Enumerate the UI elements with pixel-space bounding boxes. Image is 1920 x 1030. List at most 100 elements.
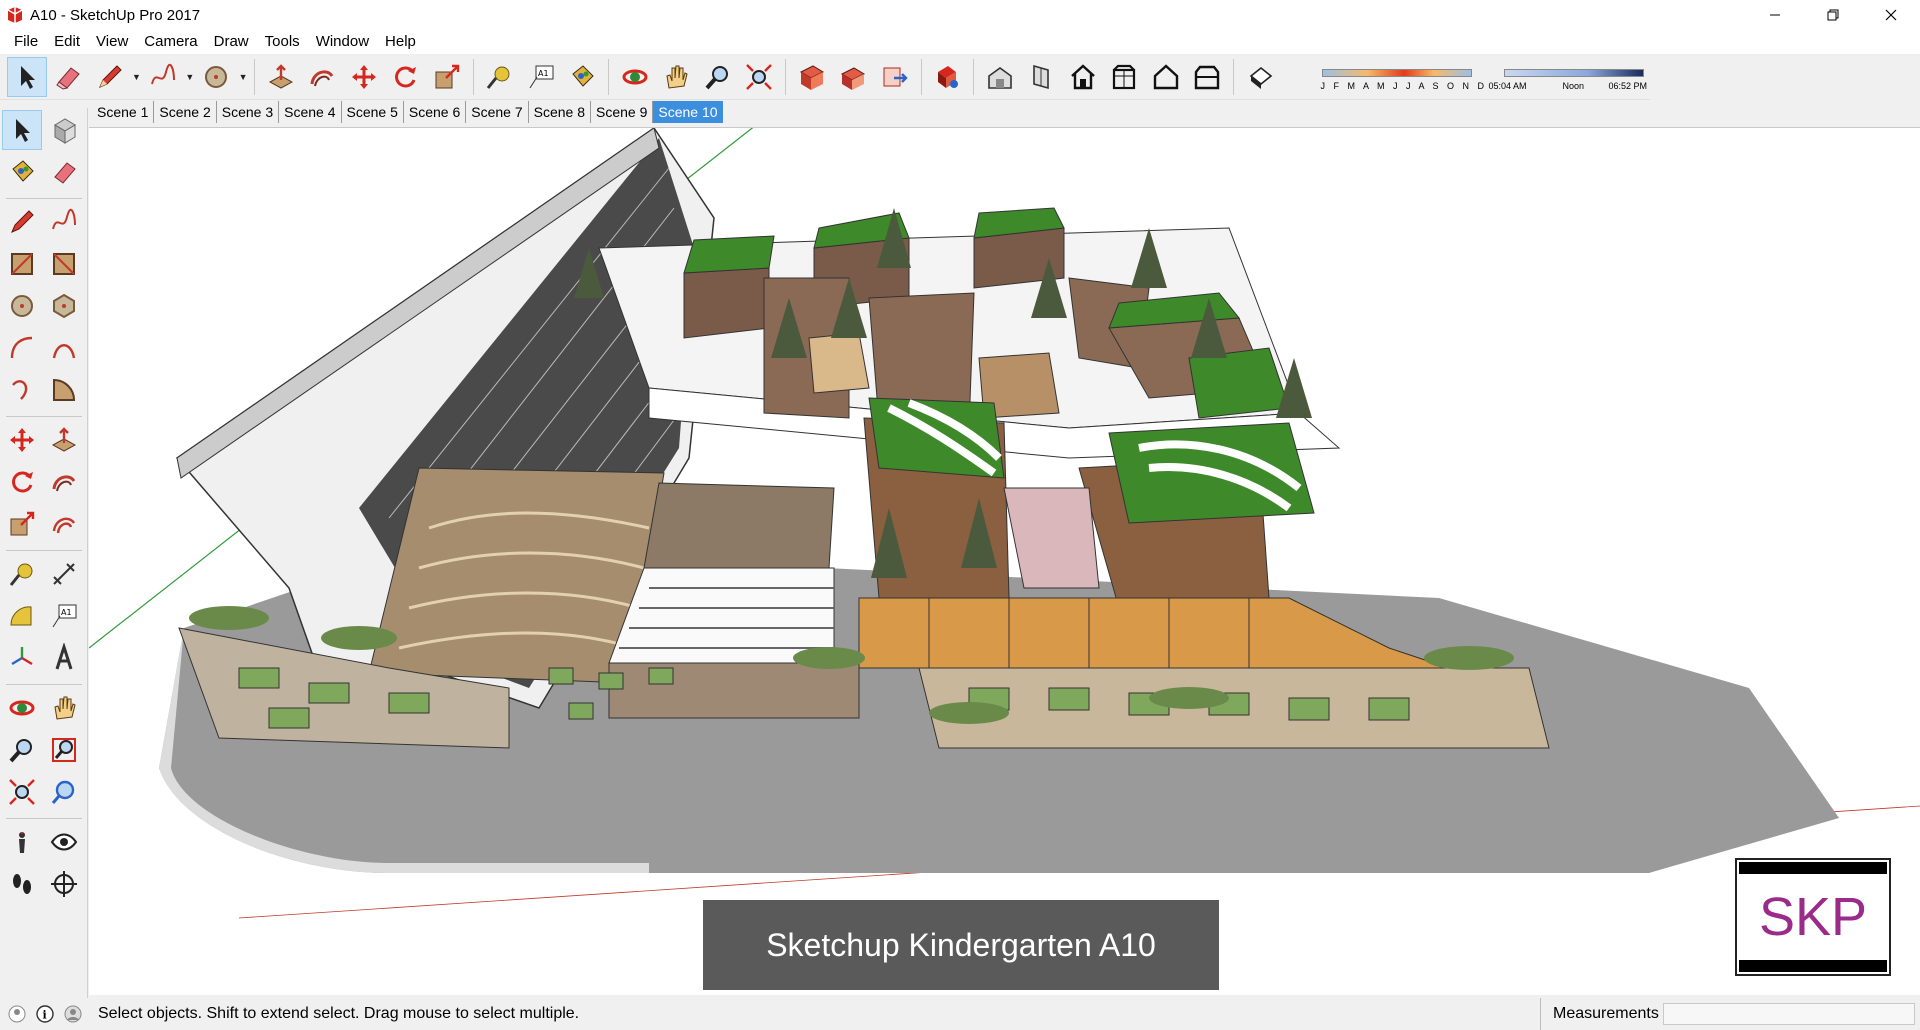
- arc-tool[interactable]: [2, 328, 42, 368]
- three-point-arc-tool[interactable]: [2, 370, 42, 410]
- follow-me-tool-button[interactable]: [303, 57, 343, 97]
- tab-scene-2[interactable]: Scene 2: [154, 101, 217, 123]
- user-account-icon[interactable]: [62, 1003, 84, 1025]
- protractor-tool[interactable]: [2, 596, 42, 636]
- tab-scene-4[interactable]: Scene 4: [279, 101, 342, 123]
- polygon-tool[interactable]: [44, 286, 84, 326]
- pie-tool[interactable]: [44, 370, 84, 410]
- previous-view-tool[interactable]: [44, 772, 84, 812]
- zoom-tool[interactable]: [2, 730, 42, 770]
- scale-tool-button[interactable]: [427, 57, 467, 97]
- dimension-tool[interactable]: [44, 554, 84, 594]
- tape-measure-tool[interactable]: [2, 554, 42, 594]
- freehand-dropdown[interactable]: ▼: [184, 57, 196, 97]
- look-around-tool[interactable]: [44, 822, 84, 862]
- warehouse-button[interactable]: [980, 57, 1020, 97]
- pencil-tool-button[interactable]: [90, 57, 130, 97]
- menu-view[interactable]: View: [88, 30, 136, 54]
- section-plane-tool[interactable]: [44, 864, 84, 904]
- tab-scene-3[interactable]: Scene 3: [216, 101, 280, 123]
- info-icon[interactable]: i: [34, 1003, 56, 1025]
- select-tool[interactable]: [2, 110, 42, 150]
- menu-window[interactable]: Window: [308, 30, 377, 54]
- rectangle-tool[interactable]: [2, 244, 42, 284]
- shadow-month-slider[interactable]: [1322, 68, 1473, 77]
- move-tool[interactable]: [2, 420, 42, 460]
- rotate-icon: [395, 66, 417, 87]
- restore-button[interactable]: [1804, 0, 1862, 30]
- make-component-tool[interactable]: [44, 110, 84, 150]
- zoom-window-tool[interactable]: [44, 730, 84, 770]
- line-icon: [11, 210, 34, 233]
- rotate-tool-button[interactable]: [386, 57, 426, 97]
- freehand-tool[interactable]: [44, 202, 84, 242]
- tab-scene-10[interactable]: Scene 10: [653, 101, 723, 123]
- tape-measure-tool-button[interactable]: [480, 57, 520, 97]
- push-pull-tool-button[interactable]: [261, 57, 301, 97]
- geo-location-icon[interactable]: [6, 1003, 28, 1025]
- two-point-arc-tool[interactable]: [44, 328, 84, 368]
- 3d-text-tool[interactable]: [44, 638, 84, 678]
- menu-camera[interactable]: Camera: [136, 30, 205, 54]
- close-button[interactable]: [1862, 0, 1920, 30]
- tab-scene-8[interactable]: Scene 8: [528, 101, 591, 123]
- menu-file[interactable]: File: [6, 30, 46, 54]
- walk-tool[interactable]: [2, 864, 42, 904]
- scale-tool[interactable]: [2, 504, 42, 544]
- select-icon: [16, 119, 30, 142]
- export-button[interactable]: [875, 57, 915, 97]
- position-camera-tool[interactable]: [2, 822, 42, 862]
- zoom-extents-tool-button[interactable]: [740, 57, 780, 97]
- shadow-time-slider[interactable]: [1504, 68, 1645, 77]
- eraser-tool[interactable]: [44, 152, 84, 192]
- circle-dropdown[interactable]: ▼: [237, 57, 249, 97]
- paint-bucket-tool-button[interactable]: [563, 57, 603, 97]
- select-tool-button[interactable]: [7, 56, 47, 97]
- text-tool-button[interactable]: A1: [521, 57, 561, 97]
- eraser-tool-button[interactable]: [49, 57, 89, 97]
- menu-help[interactable]: Help: [377, 30, 424, 54]
- tab-scene-1[interactable]: Scene 1: [92, 101, 155, 123]
- menu-tools[interactable]: Tools: [257, 30, 308, 54]
- pan-tool-button[interactable]: [657, 57, 697, 97]
- menu-draw[interactable]: Draw: [206, 30, 257, 54]
- model-viewport[interactable]: Sketchup Kindergarten A10 SKP: [89, 127, 1920, 995]
- rotated-rectangle-tool[interactable]: [44, 244, 84, 284]
- freehand-tool-button[interactable]: [143, 57, 183, 97]
- view-left-button[interactable]: [1146, 57, 1186, 97]
- orbit-tool[interactable]: [2, 688, 42, 728]
- push-pull-tool[interactable]: [44, 420, 84, 460]
- rotate-tool[interactable]: [2, 462, 42, 502]
- shadows-button[interactable]: [834, 57, 874, 97]
- move-tool-button[interactable]: [344, 57, 384, 97]
- zoom-extents-tool[interactable]: [2, 772, 42, 812]
- view-back-button[interactable]: [1104, 57, 1144, 97]
- shadow-settings-button[interactable]: [1240, 57, 1280, 97]
- minimize-button[interactable]: [1746, 0, 1804, 30]
- circle-tool[interactable]: [2, 286, 42, 326]
- orbit-tool-button[interactable]: [615, 57, 655, 97]
- circle-tool-button[interactable]: [197, 57, 237, 97]
- caption-text: Sketchup Kindergarten A10: [766, 926, 1156, 963]
- zoom-tool-button[interactable]: [698, 57, 738, 97]
- tab-scene-5[interactable]: Scene 5: [341, 101, 404, 123]
- kindergarten-3d-model: [89, 128, 1920, 919]
- paint-bucket-tool[interactable]: [2, 152, 42, 192]
- axes-tool[interactable]: [2, 638, 42, 678]
- view-right-button[interactable]: [1187, 57, 1227, 97]
- tab-scene-9[interactable]: Scene 9: [591, 101, 654, 123]
- view-front-button[interactable]: [1021, 57, 1061, 97]
- measurements-input[interactable]: [1663, 1003, 1915, 1025]
- section-plane-button[interactable]: [792, 57, 832, 97]
- pan-tool[interactable]: [44, 688, 84, 728]
- offset-tool[interactable]: [44, 504, 84, 544]
- pencil-dropdown[interactable]: ▼: [131, 57, 143, 97]
- view-top-button[interactable]: [1063, 57, 1103, 97]
- line-tool[interactable]: [2, 202, 42, 242]
- follow-me-tool[interactable]: [44, 462, 84, 502]
- menu-edit[interactable]: Edit: [46, 30, 88, 54]
- tab-scene-6[interactable]: Scene 6: [403, 101, 467, 123]
- text-tool[interactable]: A1: [44, 596, 84, 636]
- component-button[interactable]: [927, 57, 967, 97]
- tab-scene-7[interactable]: Scene 7: [466, 101, 529, 123]
